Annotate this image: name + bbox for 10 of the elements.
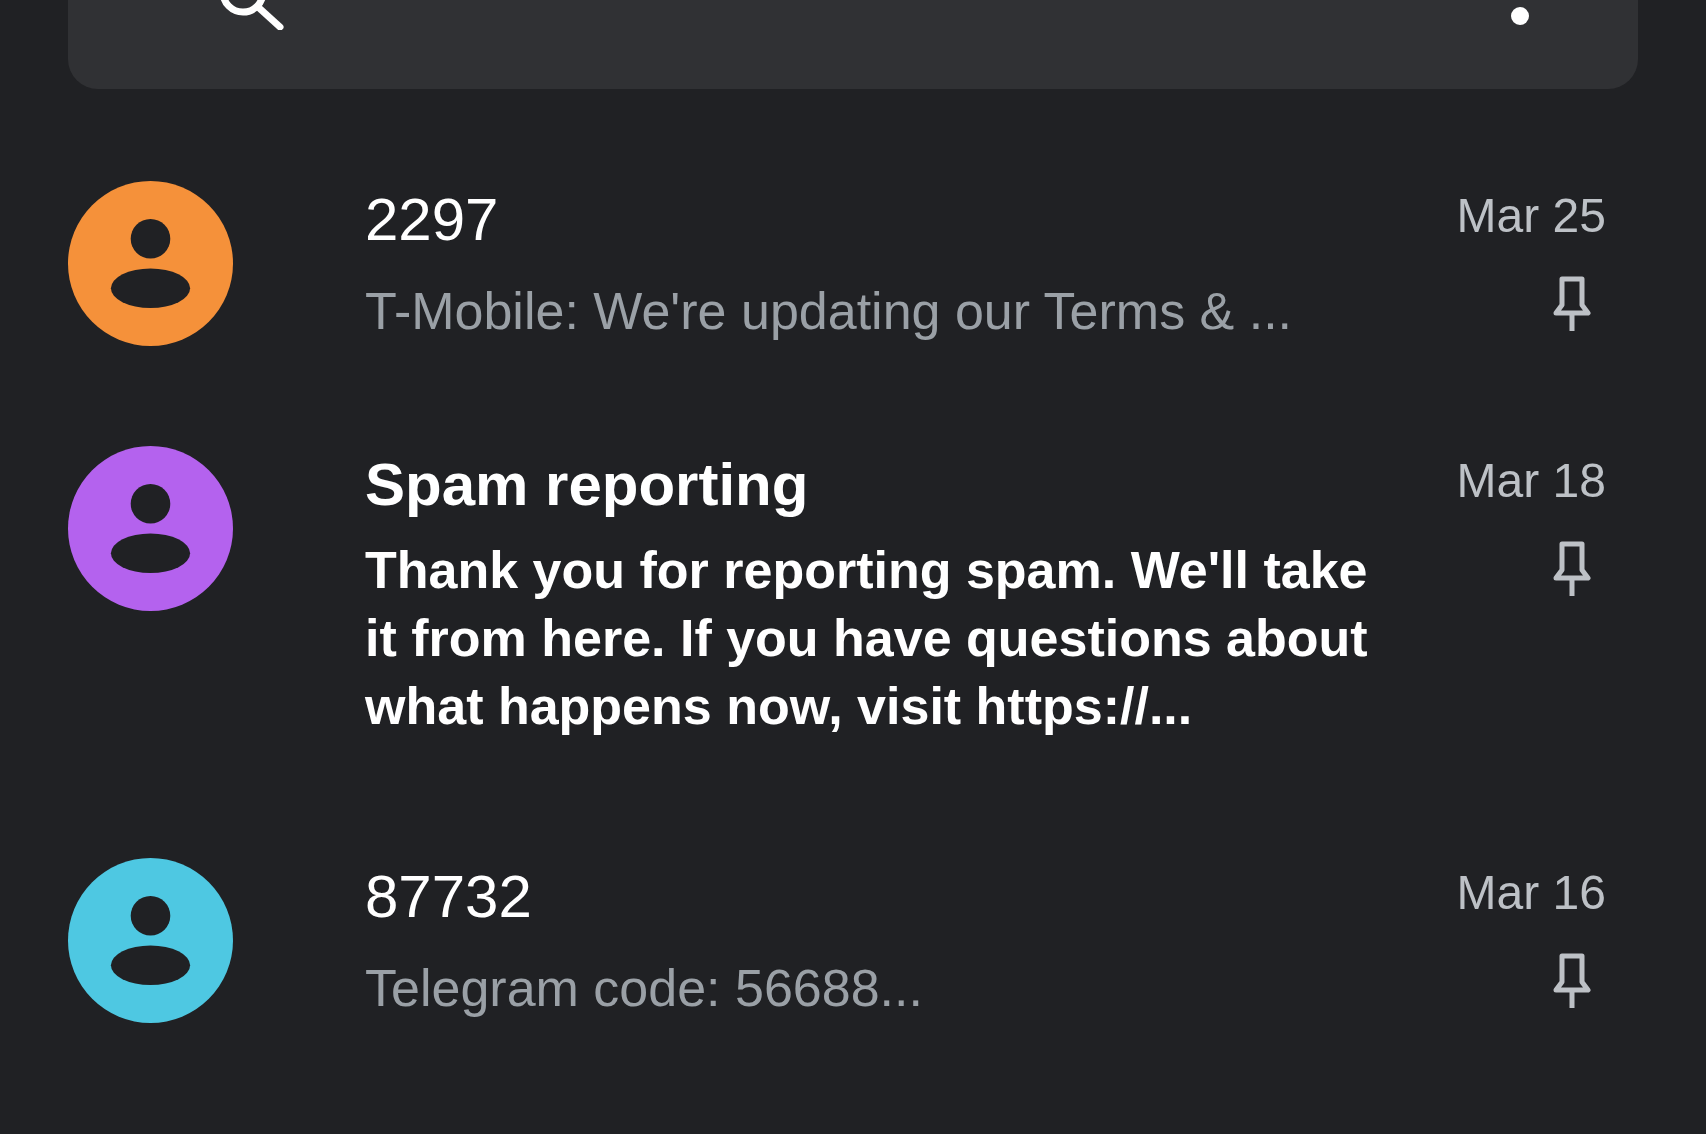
menu-icon[interactable]: [1510, 6, 1530, 26]
contact-name: 87732: [365, 862, 533, 932]
message-preview: Telegram code: 56688...: [365, 958, 924, 1019]
message-date: Mar 16: [1456, 865, 1606, 921]
message-preview: Thank you for reporting spam. We'll take it from here. If you have questions about what happens now, visit https://...: [365, 540, 1369, 737]
contact-name: 2297: [365, 185, 500, 255]
message-date: Mar 25: [1456, 188, 1606, 244]
message-preview: T-Mobile: We're updating our Terms & ...: [365, 281, 1294, 342]
message-date: Mar 18: [1456, 453, 1606, 509]
contact-name: Spam reporting: [365, 450, 810, 520]
